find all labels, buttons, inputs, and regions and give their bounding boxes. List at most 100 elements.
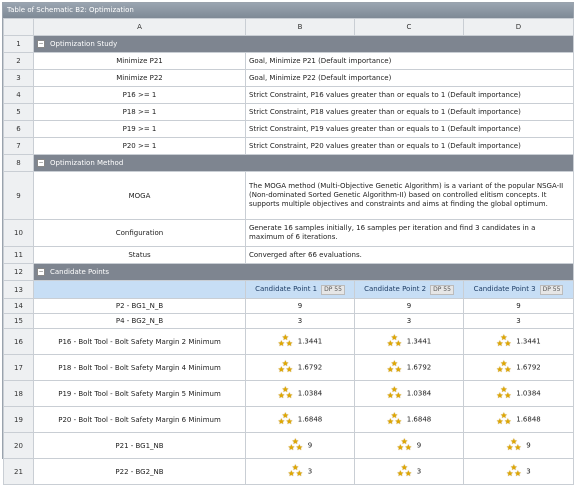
candidate-value-cell[interactable]: ★ ★ ★ 3 <box>463 458 574 485</box>
section-header[interactable]: − Optimization Method <box>33 154 574 172</box>
candidate-value-cell[interactable]: ★ ★ ★ 1.6792 <box>354 354 464 381</box>
status-description-cell[interactable]: Converged after 66 evaluations. <box>245 246 574 264</box>
candidate-value-cell[interactable]: ★ ★ ★ 9 <box>245 432 355 459</box>
parameter-name-cell[interactable]: P20 - Bolt Tool - Bolt Safety Margin 6 M… <box>33 406 246 433</box>
candidate-value-cell[interactable]: ★ ★ ★ 1.6792 <box>245 354 355 381</box>
parameter-name-cell[interactable]: P18 - Bolt Tool - Bolt Safety Margin 4 M… <box>33 354 246 381</box>
column-header-c[interactable]: C <box>354 18 464 36</box>
candidate-value: 1.0384 <box>406 389 432 398</box>
design-point-badge[interactable]: DP 55 <box>539 284 564 295</box>
section-header[interactable]: − Optimization Study <box>33 35 574 53</box>
star-icon: ★ <box>496 391 504 400</box>
row-number: 4 <box>3 86 34 104</box>
method-name-cell[interactable]: MOGA <box>33 171 246 220</box>
parameter-name-cell[interactable]: P21 - BG1_NB <box>33 432 246 459</box>
candidate-value-cell[interactable]: ★ ★ ★ 1.0384 <box>463 380 574 407</box>
configuration-description-cell[interactable]: Generate 16 samples initially, 16 sample… <box>245 219 574 247</box>
section-header[interactable]: − Candidate Points <box>33 263 574 281</box>
row-number: 19 <box>3 406 34 433</box>
section-row-optimization-study: 1 − Optimization Study <box>3 35 574 53</box>
table-row: 17 P18 - Bolt Tool - Bolt Safety Margin 4… <box>3 354 574 381</box>
objective-description-cell[interactable]: Strict Constraint, P20 values greater th… <box>245 137 574 155</box>
objective-name-cell[interactable]: Minimize P22 <box>33 69 246 87</box>
star-icon: ★ <box>295 469 303 478</box>
candidate-value-cell[interactable]: 3 <box>245 313 355 329</box>
candidate-value-cell[interactable]: 3 <box>463 313 574 329</box>
parameter-name-cell[interactable]: P4 - BG2_N_B <box>33 313 246 329</box>
column-header-a[interactable]: A <box>33 18 246 36</box>
table-row: 5 P18 >= 1 Strict Constraint, P18 values… <box>3 103 574 121</box>
star-icon: ★ <box>506 469 514 478</box>
configuration-name-cell[interactable]: Configuration <box>33 219 246 247</box>
parameter-name-cell[interactable]: P22 - BG2_NB <box>33 458 246 485</box>
star-icon: ★ <box>386 417 394 426</box>
collapse-icon[interactable]: − <box>37 268 45 276</box>
candidate-point-3-header[interactable]: Candidate Point 3 DP 55 <box>463 280 574 299</box>
three-stars-icon: ★ ★ ★ <box>288 464 304 478</box>
candidate-value-cell[interactable]: 3 <box>354 313 464 329</box>
star-icon: ★ <box>277 339 285 348</box>
status-name-cell[interactable]: Status <box>33 246 246 264</box>
three-stars-icon: ★ ★ ★ <box>386 412 403 426</box>
candidate-value-cell[interactable]: 9 <box>354 298 464 314</box>
parameter-name-cell[interactable]: P19 - Bolt Tool - Bolt Safety Margin 5 M… <box>33 380 246 407</box>
star-icon: ★ <box>514 469 522 478</box>
column-header-b[interactable]: B <box>245 18 355 36</box>
objective-name-cell[interactable]: P19 >= 1 <box>33 120 246 138</box>
section-row-optimization-method: 8 − Optimization Method <box>3 154 574 172</box>
column-header-d[interactable]: D <box>463 18 574 36</box>
candidate-value-cell[interactable]: ★ ★ ★ 1.3441 <box>354 328 464 355</box>
candidate-value-cell[interactable]: ★ ★ ★ 1.6848 <box>245 406 355 433</box>
candidate-value-cell[interactable]: ★ ★ ★ 1.3441 <box>245 328 355 355</box>
three-stars-icon: ★ ★ ★ <box>396 464 413 478</box>
candidate-value-cell[interactable]: ★ ★ ★ 3 <box>354 458 464 485</box>
candidate-value-cell[interactable]: ★ ★ ★ 9 <box>354 432 464 459</box>
candidate-value: 1.6848 <box>406 415 432 424</box>
row-number: 10 <box>3 219 34 247</box>
objective-description-cell[interactable]: Goal, Minimize P22 (Default importance) <box>245 69 574 87</box>
candidate-value-cell[interactable]: ★ ★ ★ 1.6848 <box>463 406 574 433</box>
candidate-value-cell[interactable]: 9 <box>463 298 574 314</box>
parameter-name-cell[interactable]: P2 - BG1_N_B <box>33 298 246 314</box>
collapse-icon[interactable]: − <box>37 40 45 48</box>
parameter-name-cell[interactable]: P16 - Bolt Tool - Bolt Safety Margin 2 M… <box>33 328 246 355</box>
candidate-value-cell[interactable]: ★ ★ ★ 1.3441 <box>463 328 574 355</box>
star-icon: ★ <box>386 365 394 374</box>
section-title: Optimization Method <box>50 159 124 167</box>
method-description-cell[interactable]: The MOGA method (Multi-Objective Genetic… <box>245 171 574 220</box>
star-icon: ★ <box>404 443 412 452</box>
star-icon: ★ <box>404 469 412 478</box>
star-icon: ★ <box>394 339 402 348</box>
candidate-value-cell[interactable]: ★ ★ ★ 9 <box>463 432 574 459</box>
candidate-label: Candidate Point 1 <box>255 284 318 293</box>
candidate-header-blank <box>33 280 246 299</box>
candidate-value: 1.6792 <box>406 363 432 372</box>
candidate-point-2-header[interactable]: Candidate Point 2 DP 55 <box>354 280 464 299</box>
objective-name-cell[interactable]: P16 >= 1 <box>33 86 246 104</box>
three-stars-icon: ★ ★ ★ <box>397 438 413 452</box>
candidate-value-cell[interactable]: ★ ★ ★ 1.0384 <box>245 380 355 407</box>
objective-name-cell[interactable]: Minimize P21 <box>33 52 246 70</box>
star-icon: ★ <box>396 469 404 478</box>
star-icon: ★ <box>277 417 285 426</box>
candidate-header-row: 13 Candidate Point 1 DP 55 Candidate Poin… <box>3 280 574 299</box>
candidate-value-cell[interactable]: ★ ★ ★ 1.0384 <box>354 380 464 407</box>
row-number: 18 <box>3 380 34 407</box>
candidate-value-cell[interactable]: 9 <box>245 298 355 314</box>
objective-description-cell[interactable]: Strict Constraint, P19 values greater th… <box>245 120 574 138</box>
design-point-badge[interactable]: DP 55 <box>430 284 454 295</box>
candidate-value-cell[interactable]: ★ ★ ★ 1.6792 <box>463 354 574 381</box>
candidate-label: Candidate Point 2 <box>364 284 427 293</box>
objective-name-cell[interactable]: P18 >= 1 <box>33 103 246 121</box>
candidate-point-1-header[interactable]: Candidate Point 1 DP 55 <box>245 280 355 299</box>
objective-description-cell[interactable]: Strict Constraint, P16 values greater th… <box>245 86 574 104</box>
collapse-icon[interactable]: − <box>37 159 45 167</box>
candidate-value-cell[interactable]: ★ ★ ★ 3 <box>245 458 355 485</box>
objective-description-cell[interactable]: Strict Constraint, P18 values greater th… <box>245 103 574 121</box>
table-row: 18 P19 - Bolt Tool - Bolt Safety Margin 5… <box>3 380 574 407</box>
design-point-badge[interactable]: DP 55 <box>321 284 345 295</box>
objective-name-cell[interactable]: P20 >= 1 <box>33 137 246 155</box>
objective-description-cell[interactable]: Goal, Minimize P21 (Default importance) <box>245 52 574 70</box>
candidate-value-cell[interactable]: ★ ★ ★ 1.6848 <box>354 406 464 433</box>
row-number: 14 <box>3 298 34 314</box>
